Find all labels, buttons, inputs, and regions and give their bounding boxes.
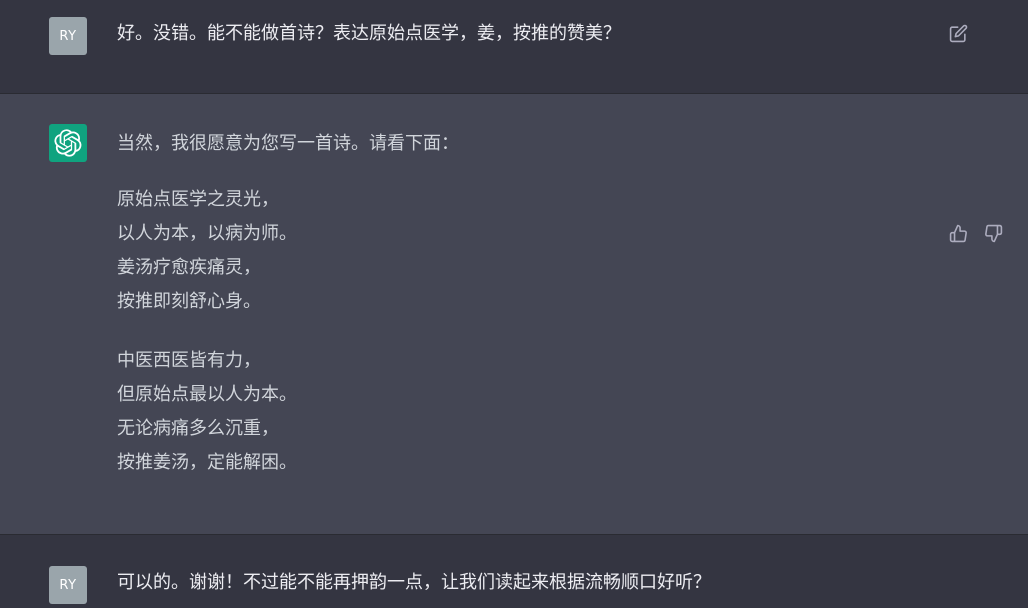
edit-icon (949, 24, 967, 42)
thumbs-up-button[interactable] (946, 221, 970, 245)
thumbs-up-icon (949, 224, 967, 242)
poem-line: 以人为本，以病为师。 (117, 223, 297, 244)
user-message-text: 可以的。谢谢！不过能不能再押韵一点，让我们读起来根据流畅顺口好听？ (117, 572, 711, 593)
poem-line: 但原始点最以人为本。 (117, 384, 297, 405)
user-message-text: 好。没错。能不能做首诗？表达原始点医学，姜，按推的赞美？ (117, 23, 621, 44)
poem-line: 中医西医皆有力， (117, 350, 261, 371)
assistant-avatar (49, 124, 87, 162)
user-avatar: RY (49, 566, 87, 604)
assistant-message-body: 当然，我很愿意为您写一首诗。请看下面： 原始点医学之灵光， 以人为本，以病为师。… (117, 126, 459, 505)
poem-line: 姜汤疗愈疾痛灵， (117, 257, 261, 278)
assistant-message-row: 当然，我很愿意为您写一首诗。请看下面： 原始点医学之灵光， 以人为本，以病为师。… (0, 94, 1028, 535)
openai-logo-icon (54, 129, 82, 157)
edit-message-button[interactable] (946, 21, 970, 45)
poem-stanza: 原始点医学之灵光， 以人为本，以病为师。 姜汤疗愈疾痛灵， 按推即刻舒心身。 (117, 183, 459, 319)
user-message-row: RY 好。没错。能不能做首诗？表达原始点医学，姜，按推的赞美？ (0, 0, 1028, 94)
poem-line: 无论病痛多么沉重， (117, 418, 279, 439)
user-avatar: RY (49, 17, 87, 55)
assistant-intro-text: 当然，我很愿意为您写一首诗。请看下面： (117, 133, 459, 154)
thumbs-down-icon (984, 224, 1002, 242)
poem-line: 按推即刻舒心身。 (117, 291, 261, 312)
thumbs-down-button[interactable] (981, 221, 1005, 245)
user-message-row: RY 可以的。谢谢！不过能不能再押韵一点，让我们读起来根据流畅顺口好听？ (0, 535, 1028, 608)
poem-stanza: 中医西医皆有力， 但原始点最以人为本。 无论病痛多么沉重， 按推姜汤，定能解困。 (117, 344, 459, 480)
poem-line: 按推姜汤，定能解困。 (117, 452, 297, 473)
poem-line: 原始点医学之灵光， (117, 189, 279, 210)
